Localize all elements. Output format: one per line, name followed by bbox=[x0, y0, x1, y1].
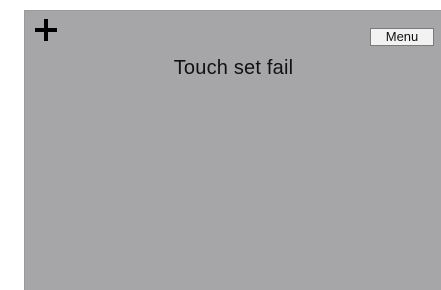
status-message: Touch set fail bbox=[173, 57, 294, 79]
crosshair-plus-icon[interactable] bbox=[35, 19, 57, 41]
crosshair-vertical-bar bbox=[44, 19, 48, 41]
touch-calibration-screen[interactable]: Menu Touch set fail bbox=[24, 10, 441, 290]
menu-button[interactable]: Menu bbox=[370, 28, 434, 46]
